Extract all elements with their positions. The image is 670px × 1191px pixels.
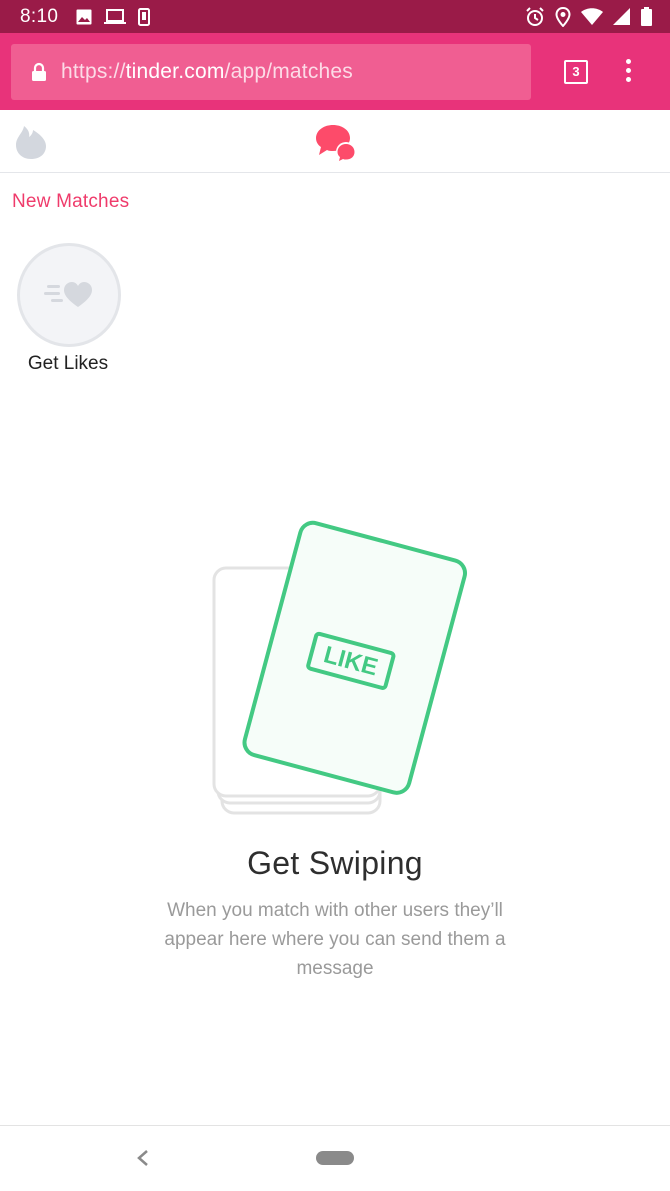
flame-icon[interactable] bbox=[15, 124, 47, 160]
empty-state-title: Get Swiping bbox=[247, 845, 423, 881]
heart-boost-icon bbox=[44, 282, 92, 307]
chat-bubbles-icon[interactable] bbox=[314, 123, 358, 163]
battery-icon bbox=[641, 7, 652, 26]
status-time: 8:10 bbox=[20, 5, 59, 27]
tab-switcher-button[interactable]: 3 bbox=[564, 60, 588, 84]
laptop-icon bbox=[104, 8, 127, 24]
get-likes-button[interactable] bbox=[17, 243, 121, 347]
image-icon bbox=[76, 9, 92, 24]
address-bar[interactable]: https://tinder.com/app/matches bbox=[11, 44, 531, 100]
phone-icon bbox=[138, 7, 151, 26]
back-icon[interactable] bbox=[136, 1149, 150, 1167]
get-likes-label: Get Likes bbox=[27, 353, 109, 374]
url-scheme: https:// bbox=[61, 60, 126, 83]
alarm-icon bbox=[526, 6, 544, 26]
url-path: /app/matches bbox=[224, 60, 354, 83]
wifi-icon bbox=[581, 7, 603, 25]
browser-toolbar: https://tinder.com/app/matches 3 bbox=[0, 33, 670, 110]
signal-icon bbox=[613, 7, 630, 25]
status-bar: 8:10 bbox=[0, 0, 670, 33]
empty-state-description: When you match with other users they’ll … bbox=[164, 900, 506, 979]
location-icon bbox=[555, 6, 571, 27]
url-text: https://tinder.com/app/matches bbox=[61, 60, 353, 84]
swipe-cards-illustration: LIKE bbox=[212, 520, 468, 815]
home-pill[interactable] bbox=[316, 1151, 354, 1165]
new-matches-title: New Matches bbox=[12, 191, 130, 212]
url-host: tinder.com bbox=[125, 60, 225, 83]
overflow-menu-icon[interactable] bbox=[626, 59, 636, 85]
app-nav bbox=[0, 110, 670, 173]
nav-divider bbox=[0, 1125, 670, 1126]
lock-icon bbox=[32, 62, 46, 81]
